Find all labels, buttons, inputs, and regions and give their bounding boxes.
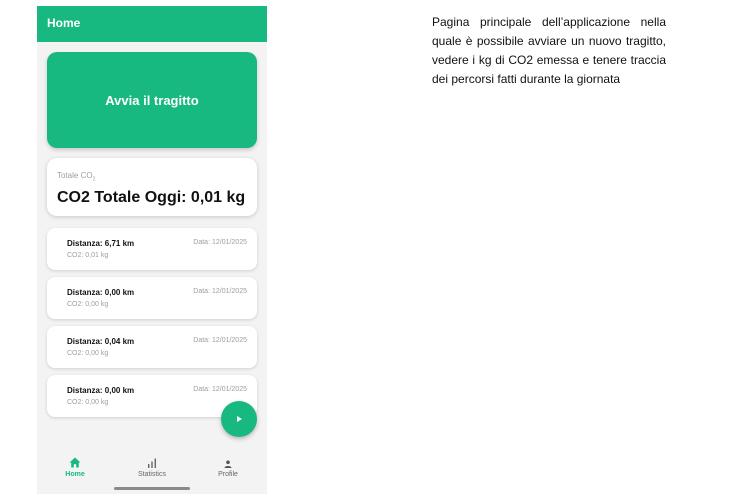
- nav-label-profile: Profile: [218, 471, 238, 478]
- trip-co2: CO2: 0,00 kg: [67, 301, 109, 308]
- gesture-bar: [114, 487, 190, 490]
- nav-label-home: Home: [65, 471, 85, 478]
- trip-distance: Distanza: 0,04 km: [67, 337, 135, 346]
- trip-date: Data: 12/01/2025: [193, 386, 247, 393]
- trip-co2: CO2: 0,01 kg: [67, 252, 109, 259]
- total-co2-label: Totale CO2: [57, 171, 96, 183]
- play-icon: [237, 416, 242, 422]
- play-fab-button[interactable]: [221, 401, 257, 437]
- description-text: Pagina principale dell’applicazione nell…: [432, 15, 666, 86]
- total-co2-value: CO2 Totale Oggi: 0,01 kg: [57, 189, 246, 206]
- app-bar: Home: [37, 6, 267, 42]
- start-trip-label: Avvia il tragitto: [105, 92, 199, 108]
- person-icon: [224, 460, 232, 468]
- nav-item-statistics[interactable]: Statistics: [114, 446, 190, 486]
- trip-co2: CO2: 0,00 kg: [67, 399, 109, 406]
- phone-screen: Home Avvia il tragitto Totale CO2 CO2 To…: [37, 6, 267, 494]
- trip-list: Distanza: 6,71 km CO2: 0,01 kg Data: 12/…: [47, 228, 257, 424]
- nav-item-profile[interactable]: Profile: [190, 446, 266, 486]
- page-title: Home: [47, 16, 81, 30]
- trip-co2: CO2: 0,00 kg: [67, 350, 109, 357]
- trip-card[interactable]: Distanza: 0,04 km CO2: 0,00 kg Data: 12/…: [47, 326, 257, 368]
- trip-date: Data: 12/01/2025: [193, 337, 247, 344]
- nav-label-statistics: Statistics: [137, 471, 166, 478]
- trip-distance: Distanza: 0,00 km: [67, 288, 135, 297]
- trip-date: Data: 12/01/2025: [193, 288, 247, 295]
- bar-chart-icon: [148, 458, 156, 468]
- trip-card[interactable]: Distanza: 6,71 km CO2: 0,01 kg Data: 12/…: [47, 228, 257, 270]
- trip-distance: Distanza: 6,71 km: [67, 239, 135, 248]
- home-icon: [69, 457, 81, 468]
- trip-distance: Distanza: 0,00 km: [67, 386, 135, 395]
- start-trip-button[interactable]: Avvia il tragitto: [47, 52, 257, 148]
- bottom-navigation: Home Statistics Profile: [37, 446, 267, 494]
- total-co2-card: Totale CO2 CO2 Totale Oggi: 0,01 kg: [47, 158, 257, 216]
- trip-date: Data: 12/01/2025: [193, 239, 247, 246]
- nav-item-home[interactable]: Home: [37, 446, 113, 486]
- trip-card[interactable]: Distanza: 0,00 km CO2: 0,00 kg Data: 12/…: [47, 277, 257, 319]
